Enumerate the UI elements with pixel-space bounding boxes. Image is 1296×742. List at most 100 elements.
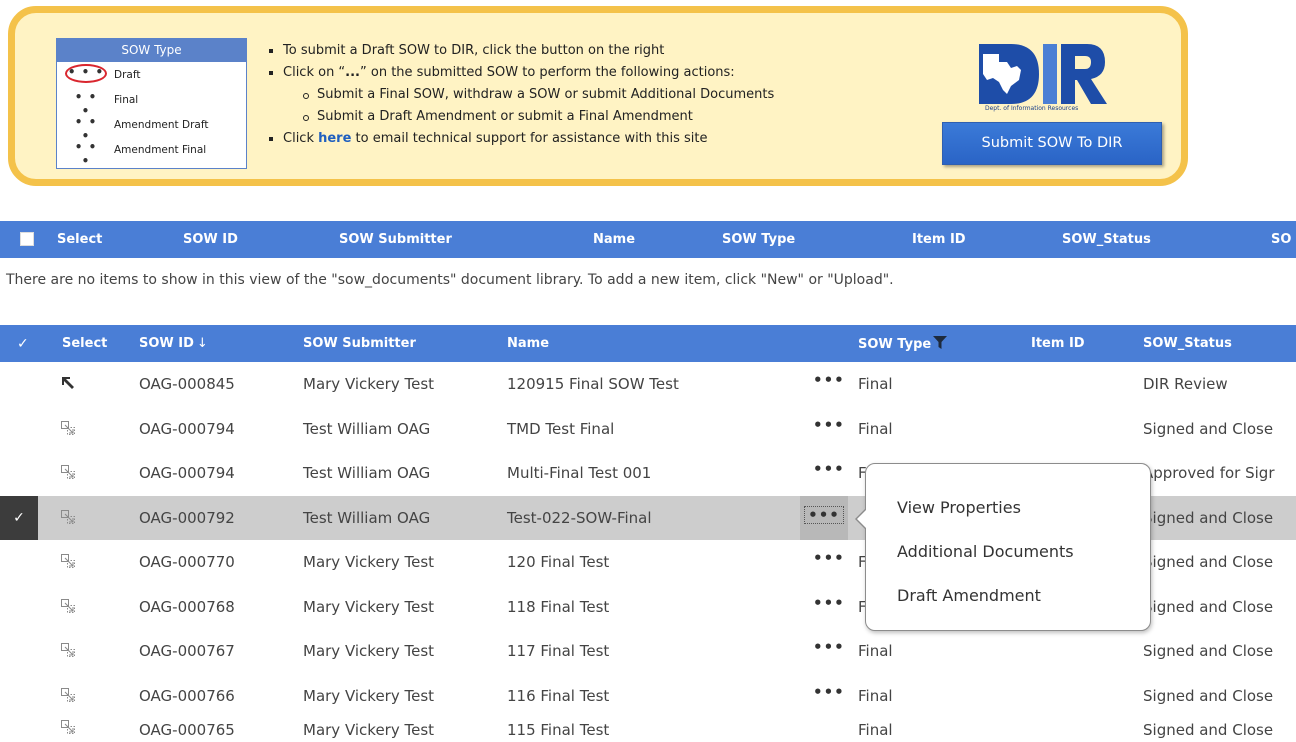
main-table-header: ✓ Select SOW ID ↓ SOW Submitter Name SOW … (0, 325, 1296, 362)
open-menu-ellipsis-button[interactable]: ••• (813, 416, 845, 434)
legend-label: Final (114, 94, 139, 106)
col-header-name[interactable]: Name (593, 232, 635, 247)
legend-item-amendment-draft: • • • Amendment Draft (57, 112, 246, 143)
cell-status: Approved for Sigr (1143, 464, 1275, 482)
document-type-icon[interactable] (60, 420, 76, 436)
open-menu-ellipsis-button[interactable]: ••• (813, 683, 845, 701)
cell-name[interactable]: 116 Final Test (507, 687, 609, 705)
col-header-status[interactable]: SOW_Status (1143, 336, 1232, 351)
col-header-sow-id[interactable]: SOW ID (183, 232, 238, 247)
col-header-label: SOW Type (858, 337, 932, 352)
instructions-list: To submit a Draft SOW to DIR, click the … (265, 43, 774, 153)
legend-label: Amendment Final (114, 144, 207, 156)
col-header-truncated[interactable]: SO (1271, 232, 1291, 247)
ellipsis-text: ... (345, 65, 360, 80)
top-table-header: Select SOW ID SOW Submitter Name SOW Typ… (0, 221, 1296, 258)
cell-status: DIR Review (1143, 375, 1228, 393)
menu-item-view-properties[interactable]: View Properties (897, 498, 1021, 517)
cell-name[interactable]: TMD Test Final (507, 420, 614, 438)
table-row[interactable]: OAG-000794 Test William OAG TMD Test Final… (0, 407, 1296, 451)
cell-status: Signed and Close (1143, 686, 1274, 705)
cell-status: Signed and Close (1143, 721, 1274, 739)
cell-sow-type: Final (858, 642, 893, 660)
empty-view-message: There are no items to show in this view … (6, 272, 894, 288)
col-header-label: SOW ID (139, 336, 194, 351)
cell-sow-id: OAG-000768 (139, 597, 235, 616)
col-header-submitter[interactable]: SOW Submitter (339, 232, 452, 247)
dir-logo-caption: Dept. of Information Resources (985, 105, 1079, 112)
cell-sow-id: OAG-000792 (139, 508, 235, 527)
col-header-item-id[interactable]: Item ID (1031, 336, 1085, 351)
cell-submitter: Mary Vickery Test (303, 597, 435, 616)
cell-sow-id: OAG-000766 (139, 686, 235, 705)
cell-submitter: Test William OAG (303, 419, 431, 438)
cell-name[interactable]: 120 Final Test (507, 553, 609, 571)
legend-label: Amendment Draft (114, 119, 209, 131)
legend-item-final: • • • Final (57, 87, 246, 118)
menu-item-draft-amendment[interactable]: Draft Amendment (897, 586, 1041, 605)
cell-submitter: Mary Vickery Test (303, 642, 435, 660)
open-menu-ellipsis-button[interactable]: ••• (813, 549, 845, 567)
cell-sow-type: Final (858, 686, 893, 705)
open-menu-ellipsis-button[interactable]: ••• (813, 371, 845, 389)
cell-status: Signed and Close (1143, 597, 1274, 616)
cell-name[interactable]: Test-022-SOW-Final (507, 509, 652, 527)
sow-type-legend: SOW Type • • • Draft • • • Final • • • A… (56, 38, 247, 169)
submit-sow-button[interactable]: Submit SOW To DIR (942, 122, 1162, 165)
col-header-sow-id[interactable]: SOW ID ↓ (139, 336, 208, 351)
cell-submitter: Mary Vickery Test (303, 553, 435, 571)
col-header-status[interactable]: SOW_Status (1062, 232, 1151, 247)
open-menu-ellipsis-button[interactable]: ••• (813, 638, 845, 656)
cell-sow-id: OAG-000765 (139, 721, 235, 739)
legend-label: Draft (114, 69, 141, 81)
document-type-icon[interactable] (60, 642, 76, 658)
cell-name[interactable]: 120915 Final SOW Test (507, 375, 679, 393)
col-header-sow-type[interactable]: SOW Type (722, 232, 795, 247)
col-header-name[interactable]: Name (507, 336, 549, 351)
document-type-icon[interactable] (60, 598, 76, 614)
document-type-icon[interactable] (60, 719, 76, 735)
cell-status: Signed and Close (1143, 508, 1274, 527)
support-email-link[interactable]: here (318, 131, 351, 146)
instruction-text: Submit a Final SOW, withdraw a SOW or su… (317, 87, 775, 102)
open-menu-ellipsis-button[interactable]: ••• (800, 495, 848, 540)
document-type-icon[interactable] (60, 553, 76, 569)
col-header-select[interactable]: Select (57, 232, 102, 247)
cell-name[interactable]: Multi-Final Test 001 (507, 464, 651, 482)
cell-sow-id: OAG-000767 (139, 642, 235, 660)
document-type-icon[interactable] (60, 509, 76, 525)
table-row[interactable]: OAG-000765 Mary Vickery Test 115 Final Tes… (0, 706, 1296, 742)
cell-status: Signed and Close (1143, 419, 1274, 438)
menu-item-additional-documents[interactable]: Additional Documents (897, 542, 1074, 561)
dir-logo (979, 44, 1107, 104)
draft-ellipsis-icon: • • • (65, 64, 107, 83)
col-header-sow-type[interactable]: SOW Type (858, 336, 948, 352)
cell-sow-type: Final (858, 721, 893, 739)
col-header-select[interactable]: Select (62, 336, 107, 351)
col-header-submitter[interactable]: SOW Submitter (303, 336, 416, 351)
cell-name[interactable]: 115 Final Test (507, 721, 609, 739)
table-row[interactable]: OAG-000845 Mary Vickery Test 120915 Final … (0, 362, 1296, 406)
document-type-icon[interactable] (60, 464, 76, 480)
instruction-text: Submit a Draft Amendment or submit a Fin… (317, 109, 693, 124)
cell-submitter: Test William OAG (303, 464, 431, 482)
cell-name[interactable]: 117 Final Test (507, 642, 609, 660)
col-header-item-id[interactable]: Item ID (912, 232, 966, 247)
open-menu-ellipsis-button[interactable]: ••• (813, 594, 845, 612)
cell-submitter: Mary Vickery Test (303, 721, 435, 739)
instruction-text: to email technical support for assistanc… (351, 131, 708, 146)
cell-sow-id: OAG-000845 (139, 375, 235, 393)
instruction-item: Click on “...” on the submitted SOW to p… (265, 65, 774, 87)
item-actions-callout: View Properties Additional Documents Dra… (855, 463, 1151, 631)
select-all-check-icon[interactable]: ✓ (17, 336, 29, 352)
document-type-icon[interactable] (60, 375, 76, 391)
open-menu-ellipsis-button[interactable]: ••• (813, 460, 845, 478)
row-selected-check-icon[interactable]: ✓ (0, 495, 38, 540)
cell-sow-type: Final (858, 375, 893, 393)
table-row[interactable]: OAG-000767 Mary Vickery Test 117 Final Tes… (0, 629, 1296, 673)
cell-name[interactable]: 118 Final Test (507, 598, 609, 616)
ellipsis-icon: ••• (804, 505, 844, 524)
select-all-checkbox[interactable] (20, 232, 34, 246)
document-type-icon[interactable] (60, 687, 76, 703)
cell-status: Signed and Close (1143, 553, 1274, 571)
